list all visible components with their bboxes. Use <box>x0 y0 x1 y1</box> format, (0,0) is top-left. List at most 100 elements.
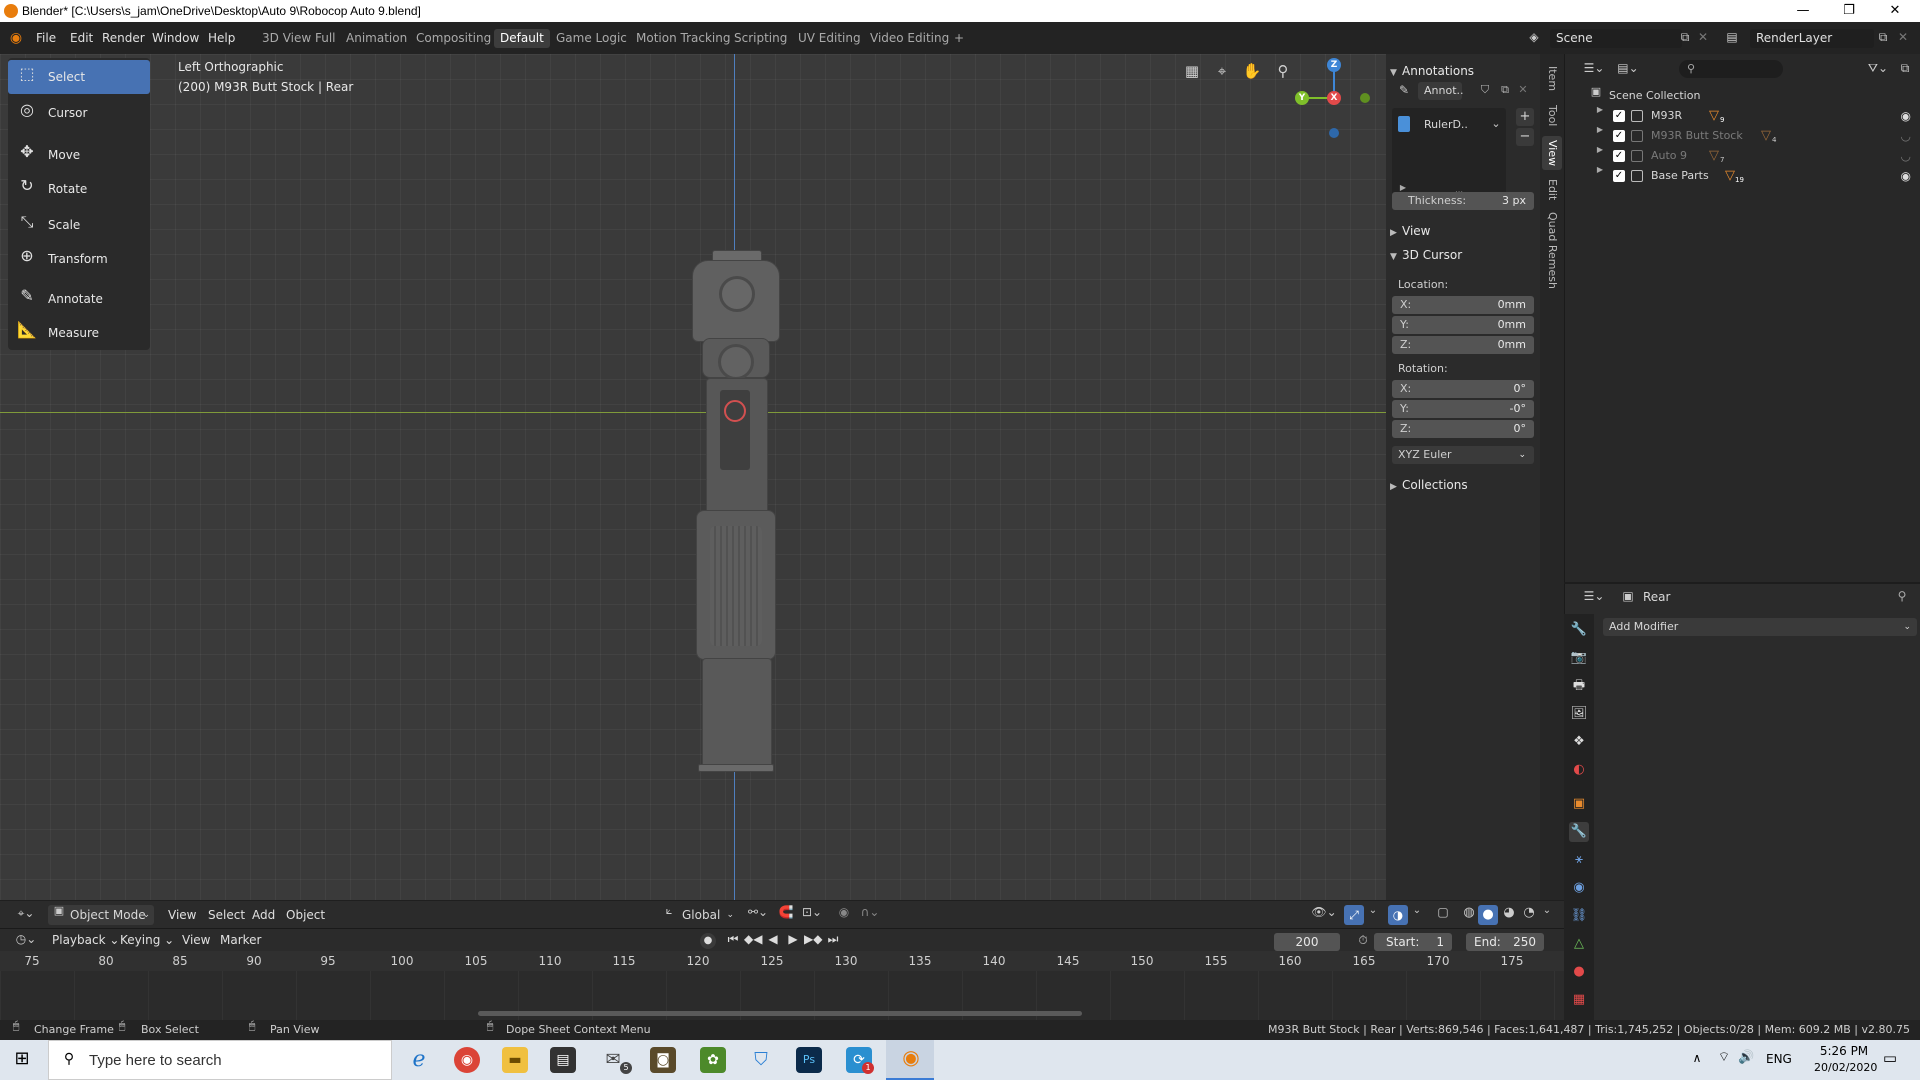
proportional-edit-icon[interactable]: ◉ <box>836 906 852 918</box>
tab-tool[interactable]: Tool <box>1542 100 1562 132</box>
filter-icon[interactable]: ⛛⌄ <box>1865 62 1891 74</box>
outliner-search-input[interactable]: ⚲ <box>1679 60 1783 78</box>
material-icon[interactable]: ● <box>1569 962 1589 982</box>
render-icon[interactable]: 📷 <box>1569 648 1589 668</box>
navigation-gizmo[interactable]: Z Y X <box>1290 58 1370 150</box>
layer-name[interactable]: RulerD.. <box>1424 118 1468 131</box>
duplicate-icon[interactable]: ⧉ <box>1498 84 1512 95</box>
annotation-layer-list[interactable]: RulerD.. ⌄ ▶ ⋯ <box>1392 108 1506 200</box>
shading-options-chevron-icon[interactable]: ⌄ <box>1540 906 1554 916</box>
outliner-item-m93r[interactable]: ▶ ✓ M93R ▽ 9 ◉ <box>1565 106 1920 126</box>
chrome-icon[interactable]: ◉ <box>454 1047 480 1073</box>
layer-color-swatch[interactable] <box>1398 116 1410 132</box>
tab-video-editing[interactable]: Video Editing <box>864 29 955 48</box>
overlays-toggle-icon[interactable]: ◑ <box>1388 905 1408 925</box>
outliner-item-auto-9[interactable]: ▶ ✓ Auto 9 ▽ 7 ◡ <box>1565 146 1920 166</box>
menu-view[interactable]: View <box>162 905 202 925</box>
close-button[interactable]: ✕ <box>1872 0 1918 22</box>
tab-animation[interactable]: Animation <box>340 29 413 48</box>
edge-browser-icon[interactable]: ℯ <box>406 1047 432 1073</box>
tab-quad-remesh[interactable]: Quad Remesh <box>1542 210 1562 290</box>
cursor-rotation-x[interactable]: X: 0° <box>1392 380 1534 398</box>
delete-scene-icon[interactable]: ✕ <box>1696 31 1710 43</box>
tab-uv-editing[interactable]: UV Editing <box>792 29 867 48</box>
3d-cursor[interactable] <box>724 400 746 422</box>
constraints-icon[interactable]: ⛓ <box>1569 906 1589 926</box>
fake-user-shield-icon[interactable]: ⛉ <box>1478 84 1492 95</box>
view-header[interactable]: ▶ View <box>1390 220 1536 242</box>
gizmo-x-axis[interactable]: X <box>1327 91 1341 105</box>
tab-game-logic[interactable]: Game Logic <box>550 29 633 48</box>
cursor-location-y[interactable]: Y: 0mm <box>1392 316 1534 334</box>
snap-icon[interactable]: 🧲 <box>778 906 794 918</box>
jump-start-icon[interactable]: ⏮ <box>726 933 740 945</box>
app-icon-game[interactable]: ◙ <box>650 1047 676 1073</box>
jump-end-icon[interactable]: ⏭ <box>826 933 840 945</box>
menu-render[interactable]: Render <box>98 28 149 48</box>
tab-compositing[interactable]: Compositing <box>410 29 497 48</box>
solid-shading-icon[interactable]: ● <box>1478 905 1498 925</box>
tool-cursor[interactable]: ◎ Cursor <box>8 96 150 130</box>
tab-default[interactable]: Default <box>494 29 550 48</box>
outliner-item-base-parts[interactable]: ▶ ✓ Base Parts ▽ 19 ◉ <box>1565 166 1920 186</box>
eye-icon[interactable]: ◉ <box>1901 106 1911 126</box>
mode-dropdown[interactable]: ▣ Object Mode ⌄ <box>48 905 154 925</box>
windows-start-icon[interactable]: ⊞ <box>12 1050 32 1068</box>
volume-icon[interactable]: 🔊 <box>1738 1051 1754 1064</box>
tab-item[interactable]: Item <box>1542 62 1562 96</box>
expand-arrow-icon[interactable]: ▶ <box>1595 146 1605 154</box>
menu-window[interactable]: Window <box>148 28 203 48</box>
world-icon[interactable]: ◐ <box>1569 760 1589 780</box>
tab-motion-tracking[interactable]: Motion Tracking <box>630 29 736 48</box>
remove-layer-button[interactable]: − <box>1516 128 1534 146</box>
network-icon[interactable]: ⌔ <box>1716 1051 1732 1064</box>
new-scene-icon[interactable]: ⧉ <box>1678 31 1692 43</box>
frame-ruler[interactable]: 75 80 85 90 95 100 105 110 115 120 125 1… <box>0 951 1564 971</box>
scene-collection-row[interactable]: ▣ Scene Collection <box>1565 86 1920 106</box>
exclude-checkbox[interactable]: ✓ <box>1613 130 1625 142</box>
delete-view-layer-icon[interactable]: ✕ <box>1896 31 1910 43</box>
restore-button[interactable]: ❐ <box>1826 0 1872 22</box>
blender-menu-icon[interactable]: ◉ <box>8 31 24 45</box>
gizmo-neg-z-axis[interactable] <box>1329 128 1339 138</box>
toggle-camera-view-icon[interactable]: ▦ <box>1182 64 1202 79</box>
mesh-data-icon[interactable]: △ <box>1569 934 1589 954</box>
new-collection-icon[interactable]: ⧉ <box>1897 62 1913 74</box>
exclude-checkbox[interactable]: ✓ <box>1613 170 1625 182</box>
exclude-checkbox[interactable]: ✓ <box>1613 110 1625 122</box>
photoshop-icon[interactable]: Ps <box>796 1047 822 1073</box>
tab-3d-view-full[interactable]: 3D View Full <box>256 29 342 48</box>
properties-editor-type-icon[interactable]: ☰⌄ <box>1581 590 1607 602</box>
cursor-rotation-z[interactable]: Z: 0° <box>1392 420 1534 438</box>
eye-closed-icon[interactable]: ◡ <box>1901 146 1911 166</box>
exclude-checkbox[interactable]: ✓ <box>1613 150 1625 162</box>
gizmo-toggle-icon[interactable]: ⤢ <box>1344 905 1364 925</box>
3d-viewport[interactable]: Left Orthographic (200) M93R Butt Stock … <box>0 54 1386 920</box>
menu-object[interactable]: Object <box>280 905 331 925</box>
tool-select[interactable]: ⬚ Select <box>8 60 150 94</box>
editor-type-icon[interactable]: ⌖⌄ <box>12 907 40 919</box>
tool-settings-icon[interactable]: 🔧 <box>1569 620 1589 640</box>
gizmo-y-axis[interactable]: Y <box>1295 91 1309 105</box>
add-layer-button[interactable]: + <box>1516 108 1534 126</box>
snap-target-icon[interactable]: ⊡⌄ <box>798 906 826 918</box>
annotation-datablock-icon[interactable]: ✎ <box>1396 84 1412 96</box>
menu-add[interactable]: Add <box>246 905 281 925</box>
record-icon[interactable]: ● <box>700 933 716 949</box>
view-layer-selector[interactable]: RenderLayer <box>1750 29 1874 48</box>
tool-measure[interactable]: 📐 Measure <box>8 316 150 350</box>
prev-keyframe-icon[interactable]: ◆◀ <box>744 933 762 945</box>
scene-selector[interactable]: Scene <box>1550 29 1682 48</box>
expand-arrow-icon[interactable]: ▶ <box>1595 126 1605 134</box>
tab-edit[interactable]: Edit <box>1542 174 1562 206</box>
gun-model[interactable] <box>688 250 788 780</box>
gizmo-options-chevron-icon[interactable]: ⌄ <box>1366 906 1380 916</box>
overlays-options-chevron-icon[interactable]: ⌄ <box>1410 906 1424 916</box>
physics-icon[interactable]: ◉ <box>1569 878 1589 898</box>
gizmo-z-axis[interactable]: Z <box>1327 58 1341 72</box>
visibility-filter-icon[interactable]: 👁⌄ <box>1310 906 1338 918</box>
taskbar-search-input[interactable]: ⚲ Type here to search <box>48 1040 392 1080</box>
blender-taskbar-button[interactable]: ◉ <box>886 1040 934 1080</box>
unlink-icon[interactable]: ✕ <box>1516 84 1530 95</box>
cursor-rotation-y[interactable]: Y: -0° <box>1392 400 1534 418</box>
